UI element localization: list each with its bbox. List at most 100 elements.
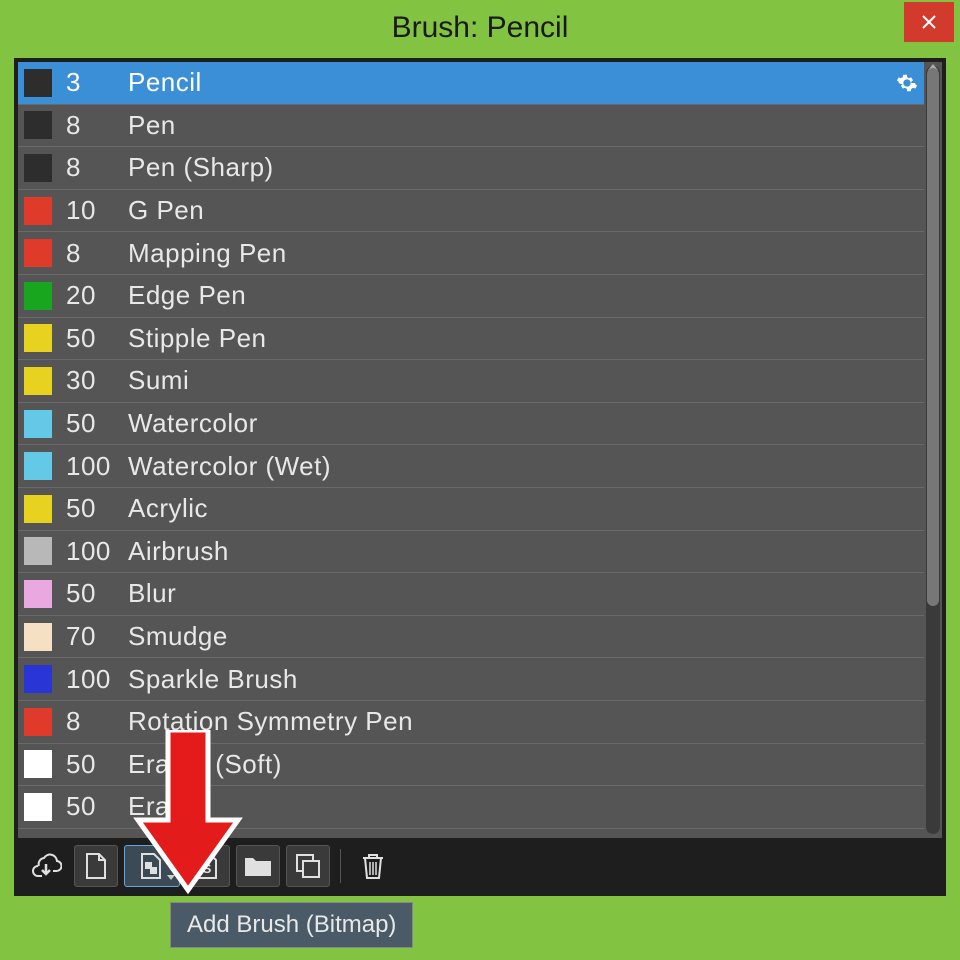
brush-list-container: 3Pencil8Pen8Pen (Sharp)10G Pen8Mapping P…	[18, 62, 942, 838]
window-title: Brush: Pencil	[0, 11, 960, 45]
brush-row[interactable]: 10G Pen	[18, 190, 924, 233]
brush-color-swatch	[24, 623, 52, 651]
brush-name-label: Eraser	[128, 791, 924, 822]
brush-size-label: 3	[66, 67, 128, 98]
brush-name-label: Watercolor	[128, 408, 924, 439]
brush-row[interactable]: 70Smudge	[18, 616, 924, 659]
delete-brush-button[interactable]	[351, 845, 395, 887]
brush-name-label: Watercolor (Wet)	[128, 451, 924, 482]
brush-size-label: 8	[66, 110, 128, 141]
duplicate-brush-button[interactable]	[286, 845, 330, 887]
brush-name-label: Pen (Sharp)	[128, 152, 924, 183]
brush-row[interactable]: 100Airbrush	[18, 531, 924, 574]
brush-size-label: 100	[66, 536, 128, 567]
brush-row[interactable]: 50Blur	[18, 573, 924, 616]
brush-list[interactable]: 3Pencil8Pen8Pen (Sharp)10G Pen8Mapping P…	[18, 62, 924, 838]
app-window: Brush: Pencil 3Pencil8Pen8Pen (Sharp)10G…	[0, 0, 960, 960]
brush-size-label: 50	[66, 493, 128, 524]
brush-size-label: 50	[66, 578, 128, 609]
brush-row[interactable]: 50Eraser	[18, 786, 924, 829]
scrollbar[interactable]	[926, 66, 940, 834]
brush-name-label: Pencil	[128, 67, 924, 98]
brush-name-label: Airbrush	[128, 536, 924, 567]
brush-color-swatch	[24, 452, 52, 480]
brush-size-label: 100	[66, 664, 128, 695]
brush-color-swatch	[24, 580, 52, 608]
brush-size-label: 50	[66, 791, 128, 822]
brush-row[interactable]: 100Watercolor (Wet)	[18, 445, 924, 488]
brush-size-label: 50	[66, 323, 128, 354]
brush-size-label: 70	[66, 621, 128, 652]
brush-panel: 3Pencil8Pen8Pen (Sharp)10G Pen8Mapping P…	[14, 58, 946, 896]
tooltip-text: Add Brush (Bitmap)	[187, 911, 396, 938]
brush-color-swatch	[24, 324, 52, 352]
brush-name-label: Edge Pen	[128, 280, 924, 311]
brush-color-swatch	[24, 197, 52, 225]
brush-size-label: 100	[66, 451, 128, 482]
cloud-download-button[interactable]	[24, 845, 68, 887]
brush-size-label: 30	[66, 365, 128, 396]
svg-text:S: S	[203, 861, 212, 876]
brush-size-label: 50	[66, 408, 128, 439]
brush-name-label: Stipple Pen	[128, 323, 924, 354]
brush-row[interactable]: 3Pencil	[18, 62, 924, 105]
brush-name-label: Eraser (Soft)	[128, 749, 924, 780]
add-brush-script-button[interactable]: S	[186, 845, 230, 887]
brush-row[interactable]: 8Mapping Pen	[18, 232, 924, 275]
brush-size-label: 50	[66, 749, 128, 780]
brush-color-swatch	[24, 793, 52, 821]
brush-size-label: 8	[66, 152, 128, 183]
brush-color-swatch	[24, 708, 52, 736]
brush-row[interactable]: 50Stipple Pen	[18, 318, 924, 361]
brush-row[interactable]: 8Rotation Symmetry Pen	[18, 701, 924, 744]
brush-row[interactable]: 100Sparkle Brush	[18, 658, 924, 701]
brush-row[interactable]: 8Pen	[18, 105, 924, 148]
close-button[interactable]	[904, 2, 954, 42]
brush-row[interactable]: 50Eraser (Soft)	[18, 744, 924, 787]
add-brush-bitmap-icon	[139, 852, 165, 880]
brush-row[interactable]: 8Pen (Sharp)	[18, 147, 924, 190]
trash-icon	[360, 851, 386, 881]
duplicate-icon	[294, 852, 322, 880]
brush-folder-button[interactable]	[236, 845, 280, 887]
scrollbar-thumb[interactable]	[927, 68, 939, 606]
cloud-download-icon	[30, 852, 62, 880]
brush-name-label: Mapping Pen	[128, 238, 924, 269]
dropdown-caret-icon	[167, 875, 175, 880]
brush-color-swatch	[24, 750, 52, 778]
brush-name-label: Sparkle Brush	[128, 664, 924, 695]
brush-row[interactable]: 50Watercolor	[18, 403, 924, 446]
brush-color-swatch	[24, 665, 52, 693]
toolbar-divider	[340, 849, 341, 883]
brush-name-label: Sumi	[128, 365, 924, 396]
brush-name-label: Blur	[128, 578, 924, 609]
add-brush-bitmap-button[interactable]	[124, 845, 180, 887]
brush-row[interactable]: 20Edge Pen	[18, 275, 924, 318]
brush-color-swatch	[24, 367, 52, 395]
add-brush-script-icon: S	[195, 852, 221, 880]
brush-color-swatch	[24, 154, 52, 182]
brush-row[interactable]: 50Acrylic	[18, 488, 924, 531]
brush-color-swatch	[24, 410, 52, 438]
gear-icon[interactable]	[896, 72, 918, 94]
brush-color-swatch	[24, 111, 52, 139]
brush-name-label: Pen	[128, 110, 924, 141]
brush-name-label: G Pen	[128, 195, 924, 226]
brush-name-label: Rotation Symmetry Pen	[128, 706, 924, 737]
brush-size-label: 8	[66, 238, 128, 269]
folder-icon	[243, 854, 273, 878]
brush-size-label: 20	[66, 280, 128, 311]
new-brush-button[interactable]	[74, 845, 118, 887]
brush-row[interactable]: 30Sumi	[18, 360, 924, 403]
brush-name-label: Acrylic	[128, 493, 924, 524]
close-icon	[921, 14, 937, 30]
brush-toolbar: S	[18, 840, 942, 892]
brush-color-swatch	[24, 495, 52, 523]
tooltip: Add Brush (Bitmap)	[170, 902, 413, 948]
brush-size-label: 10	[66, 195, 128, 226]
titlebar: Brush: Pencil	[0, 0, 960, 56]
brush-color-swatch	[24, 282, 52, 310]
brush-color-swatch	[24, 537, 52, 565]
brush-name-label: Smudge	[128, 621, 924, 652]
brush-color-swatch	[24, 69, 52, 97]
